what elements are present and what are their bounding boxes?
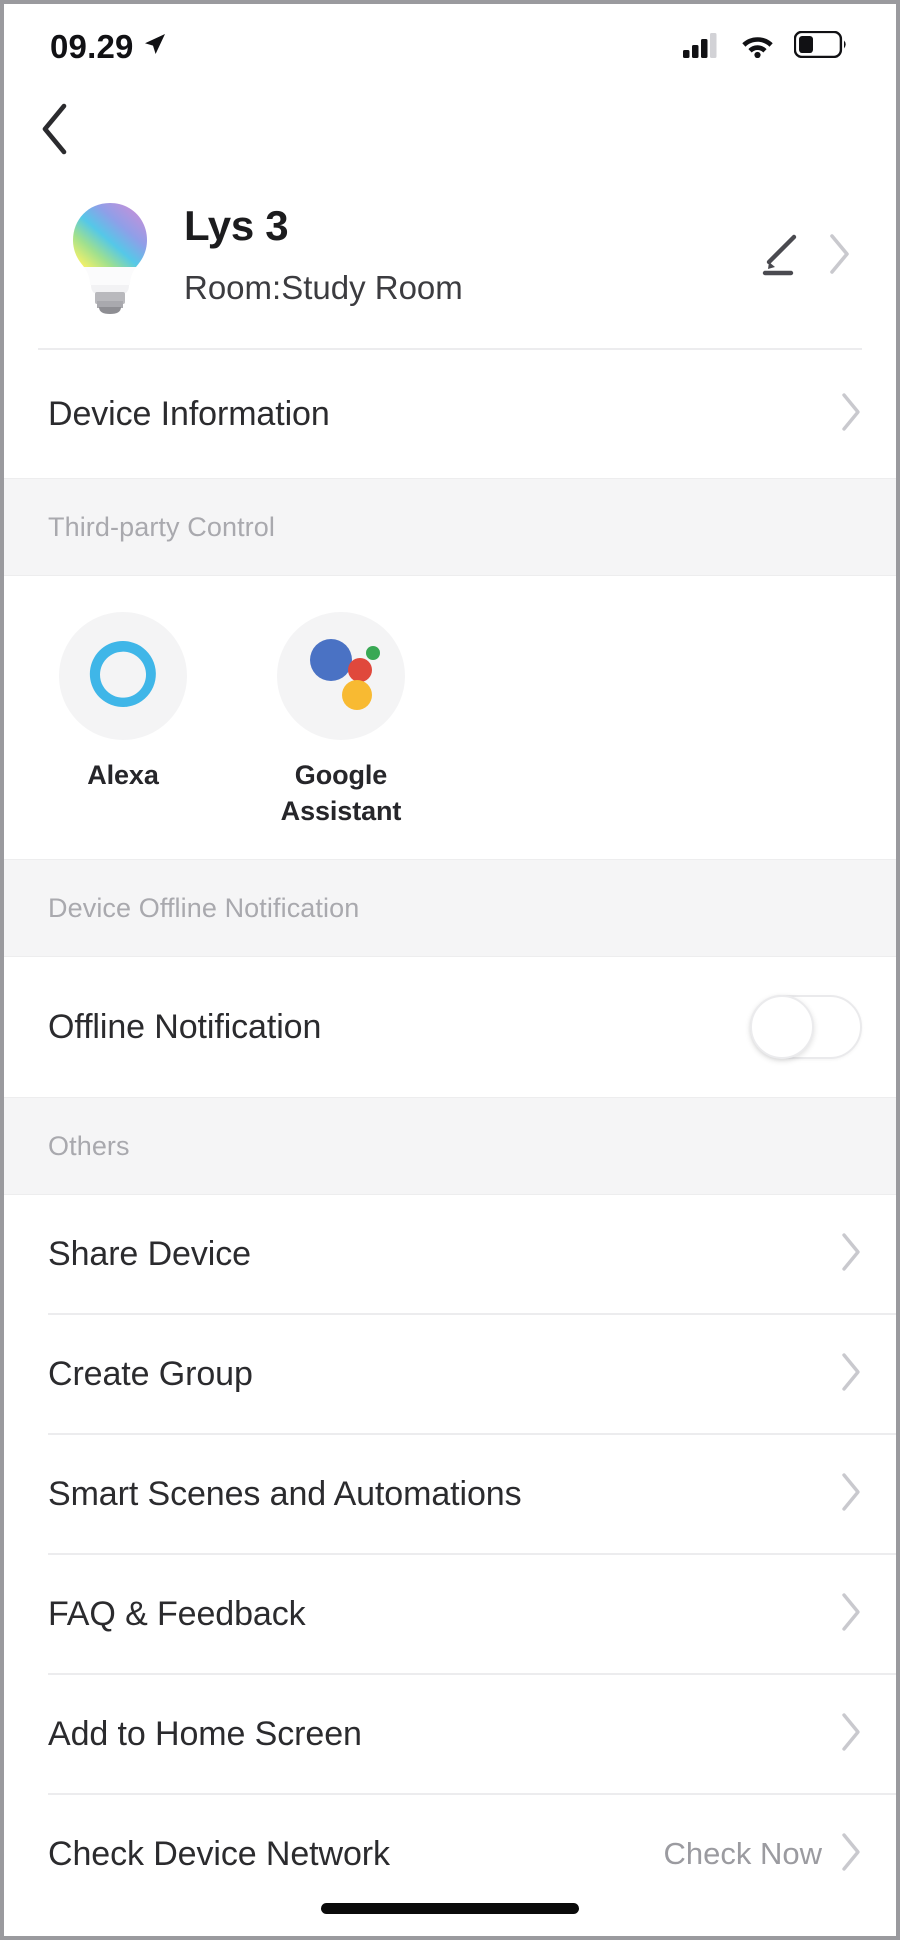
row-label: Create Group [48, 1354, 253, 1393]
section-title: Third-party Control [48, 511, 275, 542]
row-right [840, 392, 862, 437]
section-header-device-offline-notification: Device Offline Notification [4, 859, 896, 958]
row-label: Add to Home Screen [48, 1714, 362, 1753]
alexa-badge [59, 612, 187, 740]
row-check-device-network[interactable]: Check Device Network Check Now [4, 1795, 896, 1914]
row-right [822, 1472, 862, 1517]
third-party-item-google-assistant[interactable]: Google Assistant [266, 612, 416, 829]
device-header-actions [760, 231, 858, 282]
location-arrow-icon [141, 32, 167, 63]
status-indicators [683, 30, 848, 63]
pencil-icon[interactable] [760, 231, 806, 282]
chevron-right-icon[interactable] [840, 1592, 862, 1637]
row-add-to-home-screen[interactable]: Add to Home Screen [4, 1675, 896, 1794]
section-title: Device Offline Notification [48, 892, 360, 923]
chevron-left-icon [40, 103, 70, 160]
row-label: Device Information [48, 394, 330, 433]
row-right [822, 1232, 862, 1277]
section-header-others: Others [4, 1097, 896, 1196]
google-assistant-icon [299, 632, 383, 721]
status-time-group: 09.29 [50, 28, 167, 66]
cellular-signal-icon [683, 32, 721, 63]
offline-notification-toggle[interactable] [750, 995, 862, 1060]
row-device-information[interactable]: Device Information [4, 350, 896, 478]
phone-screen: 09.29 Lys 3 Room:Study Room Device Infor… [0, 0, 900, 1940]
row-label: Offline Notification [48, 1007, 322, 1046]
row-value[interactable]: Check Now [664, 1836, 823, 1872]
chevron-right-icon[interactable] [840, 1352, 862, 1397]
chevron-right-icon[interactable] [840, 1712, 862, 1757]
chevron-right-icon[interactable] [840, 1232, 862, 1277]
row-label: Share Device [48, 1234, 251, 1273]
row-label: Check Device Network [48, 1834, 390, 1873]
row-label: Smart Scenes and Automations [48, 1474, 522, 1513]
chevron-right-icon[interactable] [840, 1472, 862, 1517]
third-party-control-list: Alexa Google Assistant [4, 576, 896, 860]
row-right [822, 1352, 862, 1397]
alexa-icon [83, 634, 163, 719]
row-right [822, 1592, 862, 1637]
row-offline-notification[interactable]: Offline Notification [4, 957, 896, 1098]
row-create-group[interactable]: Create Group [4, 1315, 896, 1434]
row-share-device[interactable]: Share Device [4, 1195, 896, 1314]
navigation-bar [4, 90, 896, 172]
device-name: Lys 3 [184, 202, 289, 250]
third-party-label: Google Assistant [280, 760, 402, 826]
battery-icon [793, 30, 848, 63]
toggle-knob [750, 995, 814, 1060]
chevron-right-icon[interactable] [840, 392, 862, 437]
row-label: FAQ & Feedback [48, 1594, 306, 1633]
section-header-third-party-control: Third-party Control [4, 478, 896, 576]
device-text-block: Lys 3 Room:Study Room [166, 199, 760, 312]
status-bar: 09.29 [4, 4, 896, 90]
row-right [822, 1712, 862, 1757]
chevron-right-icon[interactable] [828, 233, 852, 280]
google-assistant-badge [277, 612, 405, 740]
light-bulb-icon [54, 194, 166, 318]
home-indicator-bar[interactable] [321, 1903, 579, 1914]
third-party-label: Alexa [87, 760, 159, 790]
third-party-item-alexa[interactable]: Alexa [48, 612, 198, 794]
back-button[interactable] [40, 103, 94, 160]
row-faq-and-feedback[interactable]: FAQ & Feedback [4, 1555, 896, 1674]
device-header[interactable]: Lys 3 Room:Study Room [38, 172, 862, 350]
wifi-icon [740, 32, 775, 63]
row-smart-scenes-and-automations[interactable]: Smart Scenes and Automations [4, 1435, 896, 1554]
device-room: Room:Study Room [184, 269, 463, 307]
chevron-right-icon[interactable] [840, 1832, 862, 1877]
row-right: Check Now [664, 1832, 863, 1877]
home-indicator-area [4, 1903, 896, 1914]
section-title: Others [48, 1130, 130, 1161]
status-time: 09.29 [50, 28, 134, 65]
